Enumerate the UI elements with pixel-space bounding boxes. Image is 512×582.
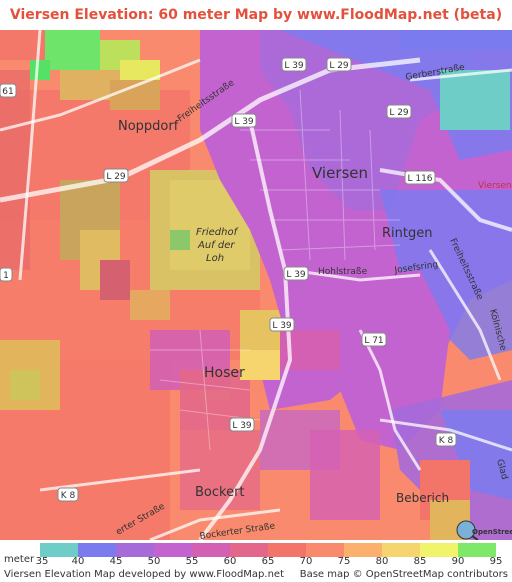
legend-swatch (458, 543, 496, 557)
place-label-bockert: Bockert (195, 485, 245, 500)
road-shield-l39: L 39 (286, 270, 306, 280)
legend-value-label: 35 (35, 556, 49, 567)
road-shield-l39: L 39 (234, 117, 254, 127)
legend-swatch (116, 543, 154, 557)
footer-basemap-credit: Base map © OpenStreetMap contributors (299, 569, 508, 580)
legend-swatch (344, 543, 382, 557)
legend-value-label: 90 (451, 556, 465, 567)
legend-swatch (230, 543, 268, 557)
legend-swatch (420, 543, 458, 557)
legend-value-label: 40 (71, 556, 85, 567)
road-shield-61: 61 (2, 87, 13, 97)
footer-credit: Viersen Elevation Map developed by www.F… (4, 569, 284, 580)
legend-swatch (40, 543, 78, 557)
road-shield-l29: L 29 (389, 108, 409, 118)
place-label-friedhof: Friedhof (196, 227, 239, 238)
elevation-map[interactable]: L 39 L 29 L 39 L 29 L 29 L 116 L 39 L 39… (0, 30, 512, 540)
road-shield-l39: L 39 (284, 61, 304, 71)
place-label-auf-der: Auf der (197, 240, 235, 251)
elevation-legend: meter 35 40 45 50 55 60 65 70 75 80 85 90 95 (0, 540, 512, 568)
street-label-hohlstrasse: Hohlstraße (318, 267, 368, 277)
road-shield-l39: L 39 (272, 321, 292, 331)
legend-value-label: 80 (375, 556, 389, 567)
legend-swatch (154, 543, 192, 557)
legend-value-label: 60 (223, 556, 237, 567)
road-shield-k8: K 8 (61, 491, 76, 501)
page-title: Viersen Elevation: 60 meter Map by www.F… (9, 7, 503, 23)
legend-swatch (192, 543, 230, 557)
place-label-loh: Loh (206, 253, 224, 264)
legend-swatch (382, 543, 420, 557)
legend-value-label: 50 (147, 556, 161, 567)
road-shield-l29: L 29 (106, 172, 126, 182)
openstreetmap-watermark: OpenStreetMap (472, 528, 512, 536)
road-shield-l29: L 29 (329, 61, 349, 71)
legend-value-label: 95 (489, 556, 503, 567)
legend-swatch (78, 543, 116, 557)
legend-value-label: 65 (261, 556, 275, 567)
place-label-viersen-edge: Viersen (478, 181, 512, 191)
legend-value-label: 55 (185, 556, 199, 567)
legend-value-label: 85 (413, 556, 427, 567)
place-label-hoser: Hoser (204, 365, 245, 381)
place-label-rintgen: Rintgen (382, 226, 432, 241)
footer: Viersen Elevation Map developed by www.F… (0, 568, 512, 582)
legend-value-label: 75 (337, 556, 351, 567)
road-shield-k8: K 8 (439, 436, 454, 446)
legend-value-label: 70 (299, 556, 313, 567)
legend-value-label: 45 (109, 556, 123, 567)
road-shield-l71: L 71 (364, 336, 383, 346)
legend-swatch (306, 543, 344, 557)
road-shield-1: 1 (3, 271, 9, 281)
place-label-beberich: Beberich (396, 491, 449, 505)
road-shield-l116: L 116 (407, 174, 432, 184)
place-label-noppdorf: Noppdorf (118, 119, 179, 134)
legend-swatch (268, 543, 306, 557)
road-shield-l39: L 39 (232, 421, 252, 431)
place-label-viersen: Viersen (312, 164, 368, 182)
